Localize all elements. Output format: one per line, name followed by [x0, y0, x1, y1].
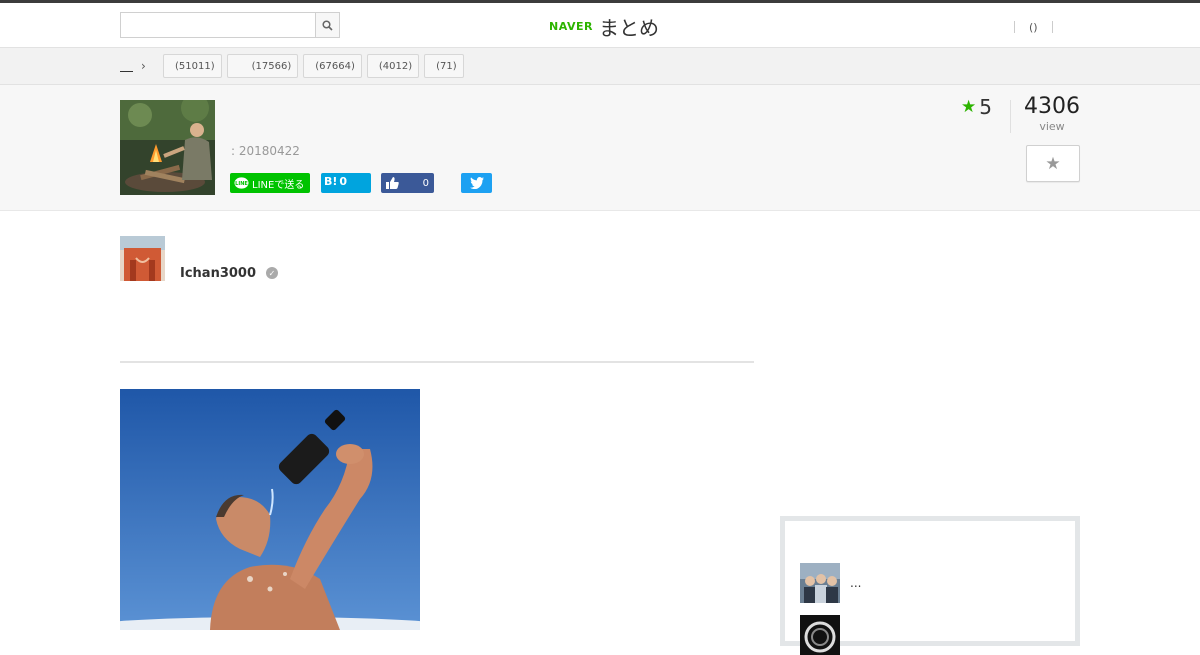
- breadcrumb-home[interactable]: [120, 60, 133, 72]
- star-icon: ★: [961, 97, 977, 117]
- user-nav: (): [1014, 20, 1053, 34]
- breadcrumb: ›: [120, 59, 146, 73]
- user-nav-link[interactable]: (): [1015, 21, 1052, 34]
- author-name[interactable]: Ichan3000: [180, 266, 256, 281]
- thumbs-up-icon: [386, 177, 399, 189]
- related-article-item[interactable]: [800, 615, 1070, 655]
- search-input[interactable]: [121, 13, 315, 37]
- svg-text:LINE: LINE: [235, 181, 248, 187]
- article-thumbnail: [120, 100, 215, 195]
- category-tag[interactable]: (4012): [366, 54, 420, 78]
- line-share-button[interactable]: LINE LINEで送る: [230, 173, 310, 193]
- search-button[interactable]: [315, 13, 339, 37]
- author-avatar[interactable]: [120, 236, 165, 281]
- facebook-like-count: 0: [422, 177, 429, 189]
- chevron-right-icon: ›: [141, 59, 146, 73]
- logo-matome: まとめ: [598, 15, 659, 40]
- related-article-item[interactable]: ...: [800, 563, 1070, 603]
- user-nav-divider: [1051, 21, 1053, 33]
- article-date: : 20180422: [231, 144, 300, 158]
- view-count-label: view: [1039, 120, 1065, 133]
- sidebar-related-box: ...: [780, 516, 1080, 655]
- category-tag[interactable]: (71): [424, 54, 464, 78]
- line-icon: LINE: [234, 176, 249, 189]
- search-icon: [322, 19, 333, 31]
- view-count-value: 4306: [1024, 94, 1080, 119]
- view-count: 4306 view: [1020, 94, 1084, 134]
- related-article-thumbnail: [800, 563, 840, 603]
- logo-naver: NAVER: [549, 19, 593, 33]
- related-article-thumbnail: [800, 615, 840, 655]
- category-bar: › (51011) (17566) (67664) (4012) (71): [0, 48, 1200, 85]
- hatena-icon: B!: [324, 175, 338, 188]
- content-divider: [120, 361, 754, 363]
- twitter-icon: [469, 177, 484, 189]
- naver-matome-logo[interactable]: NAVER まとめ: [549, 12, 659, 40]
- line-share-label: LINEで送る: [252, 179, 305, 191]
- article-main-image: [120, 389, 420, 630]
- twitter-share-button[interactable]: [461, 173, 492, 193]
- search-box: [120, 12, 340, 38]
- related-article-title: ...: [850, 576, 862, 590]
- facebook-like-button[interactable]: 0: [381, 173, 434, 193]
- star-icon: ★: [1045, 153, 1061, 174]
- category-tags: (51011) (17566) (67664) (4012) (71): [163, 54, 464, 78]
- favorite-count-value: 5: [979, 95, 992, 119]
- global-header: NAVER まとめ (): [0, 0, 1200, 48]
- verified-check-icon: ✓: [266, 267, 278, 279]
- category-tag[interactable]: (51011): [163, 54, 222, 78]
- add-favorite-button[interactable]: ★: [1026, 145, 1080, 182]
- stats-divider: [1010, 100, 1011, 133]
- hatena-bookmark-button[interactable]: B! 0: [321, 173, 371, 193]
- category-tag[interactable]: (17566): [226, 54, 299, 78]
- category-tag[interactable]: (67664): [303, 54, 362, 78]
- favorite-count: ★ 5: [961, 95, 992, 119]
- hatena-count: 0: [339, 175, 348, 188]
- article-header: : 20180422 LINE LINEで送る B! 0 0 ★ 5 4306 …: [0, 85, 1200, 211]
